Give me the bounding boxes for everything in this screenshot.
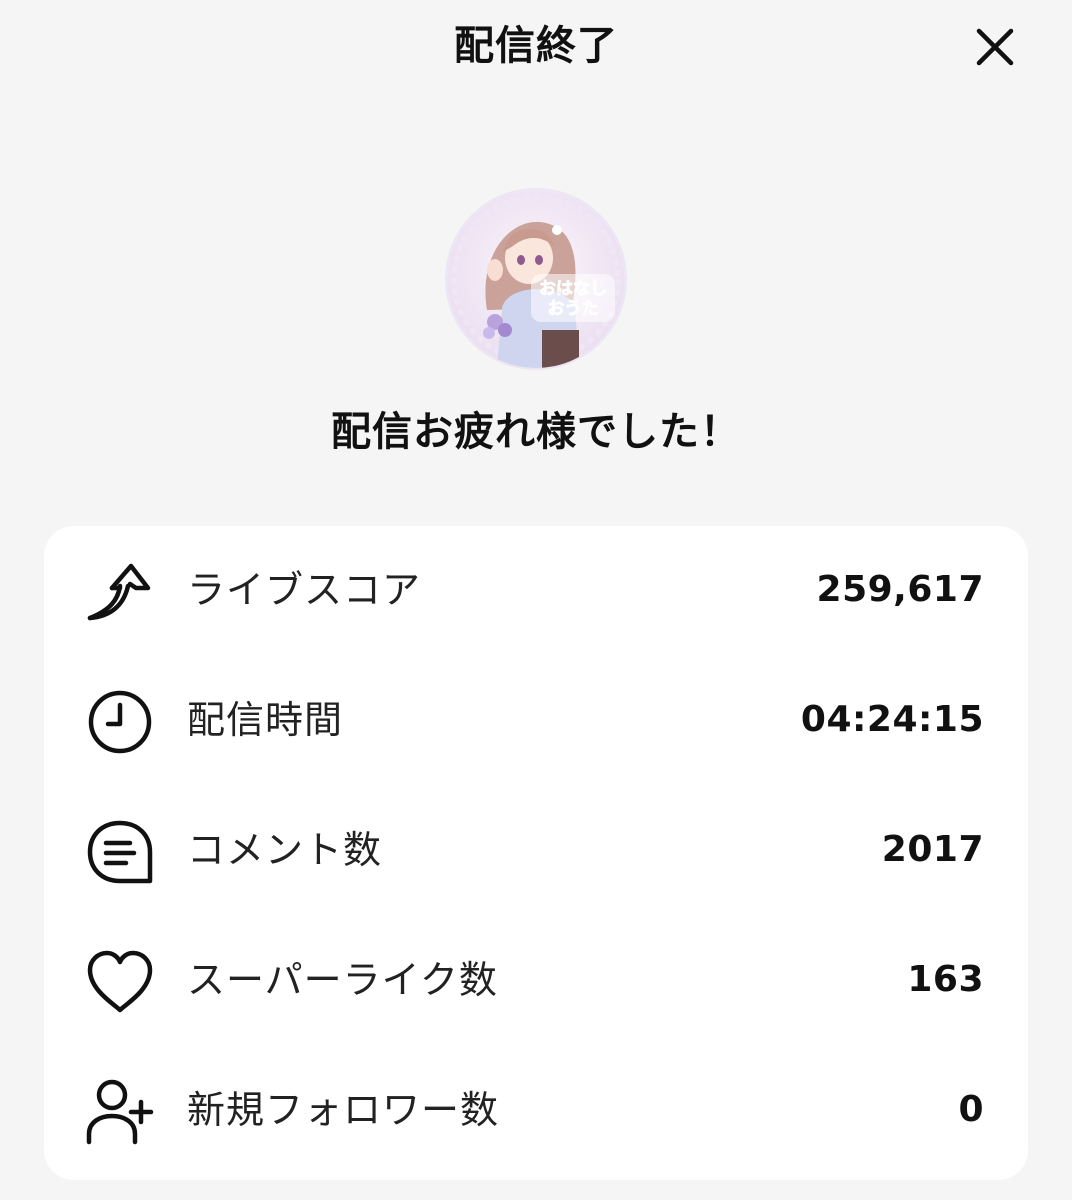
close-icon xyxy=(976,28,1014,66)
stat-row-stream-time: 配信時間 04:24:15 xyxy=(44,656,1028,786)
stat-label-stream-time: 配信時間 xyxy=(187,698,344,742)
completion-message: 配信お疲れ様でした！ xyxy=(331,409,741,455)
stat-label-comments: コメント数 xyxy=(187,828,383,872)
stat-value-comments: 2017 xyxy=(881,829,984,870)
comment-bubble-icon xyxy=(84,818,156,886)
avatar: おはなし おうた xyxy=(447,190,625,368)
stat-value-stream-time: 04:24:15 xyxy=(800,699,984,740)
stat-label-live-score: ライブスコア xyxy=(187,568,422,612)
page-title: 配信終了 xyxy=(454,23,618,69)
stats-card: ライブスコア 259,617 配信時間 04:24:15 コメント数 2017 xyxy=(44,526,1028,1180)
avatar-logo-line1: おはなし xyxy=(539,279,607,299)
stat-row-comments: コメント数 2017 xyxy=(44,786,1028,916)
add-user-icon xyxy=(84,1078,156,1146)
stat-value-new-followers: 0 xyxy=(958,1089,984,1130)
stat-row-live-score: ライブスコア 259,617 xyxy=(44,526,1028,656)
heart-icon xyxy=(84,948,156,1016)
avatar-logo-line2: おうた xyxy=(548,299,599,319)
header: 配信終了 xyxy=(0,0,1072,96)
stat-value-live-score: 259,617 xyxy=(816,569,984,610)
stat-row-new-followers: 新規フォロワー数 0 xyxy=(44,1046,1028,1176)
close-button[interactable] xyxy=(968,20,1022,74)
stat-label-new-followers: 新規フォロワー数 xyxy=(187,1088,500,1132)
stat-label-superlikes: スーパーライク数 xyxy=(187,958,498,1002)
stat-row-superlikes: スーパーライク数 163 xyxy=(44,916,1028,1046)
clock-icon xyxy=(84,688,156,756)
stat-value-superlikes: 163 xyxy=(907,959,984,1000)
trending-up-arrow-icon xyxy=(84,558,156,626)
